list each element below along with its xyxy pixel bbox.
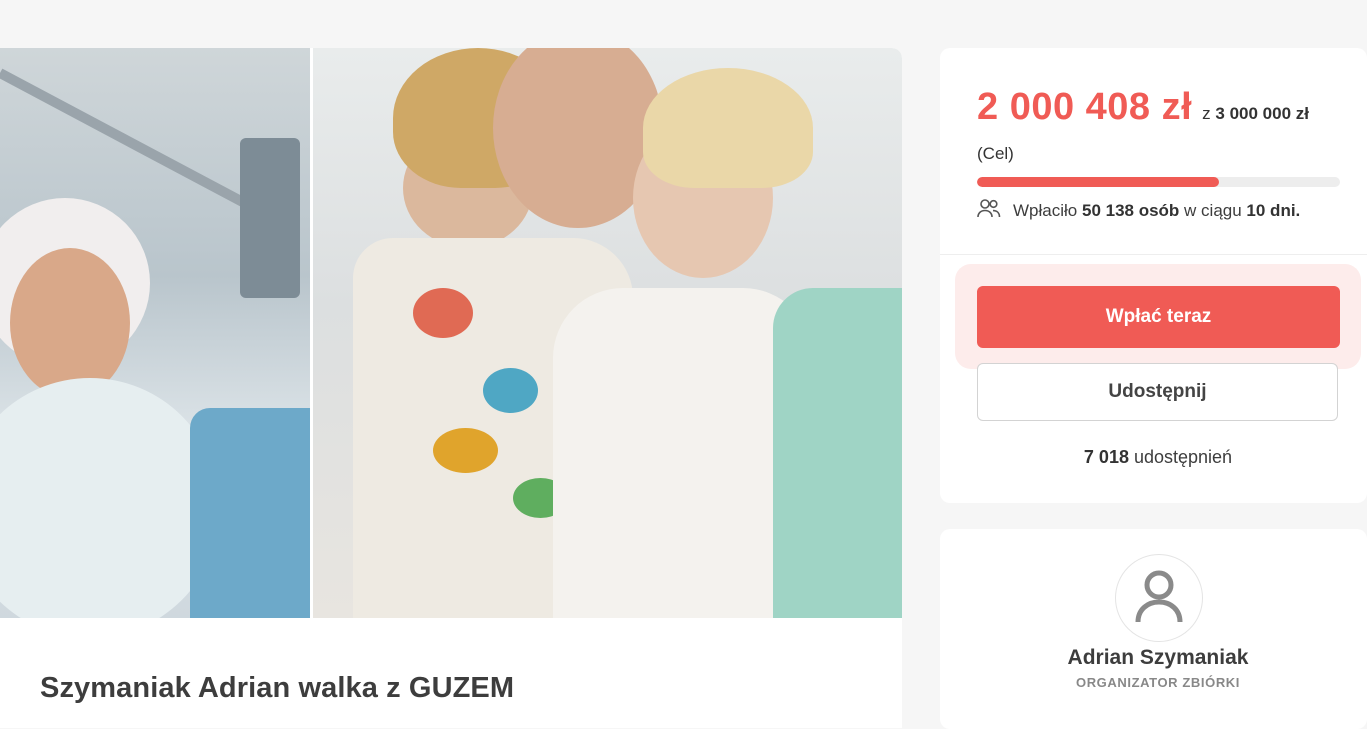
donors-prefix: Wpłaciło <box>1013 200 1078 220</box>
donors-days: 10 dni. <box>1246 200 1301 220</box>
share-button[interactable]: Udostępnij <box>977 363 1338 421</box>
campaign-card: Szymaniak Adrian walka z GUZEM <box>0 48 902 728</box>
goal-prefix: z <box>1202 104 1211 123</box>
amount-row: 2 000 408 zł z 3 000 000 zł <box>977 86 1309 129</box>
raised-amount: 2 000 408 zł <box>977 86 1193 128</box>
goal-note: (Cel) <box>977 144 1014 163</box>
organizer-card: Adrian Szymaniak ORGANIZATOR ZBIÓRKI <box>940 529 1367 729</box>
progress-fill <box>977 177 1220 187</box>
donate-now-button[interactable]: Wpłać teraz <box>977 286 1340 348</box>
shares-suffix: udostępnień <box>1133 447 1233 467</box>
donors-count: 50 138 osób <box>1081 200 1180 220</box>
organizer-avatar[interactable] <box>1115 554 1203 642</box>
donors-text: Wpłaciło 50 138 osób w ciągu 10 dni. <box>1013 201 1300 221</box>
goal-amount: z 3 000 000 zł <box>1202 104 1309 124</box>
divider <box>940 254 1367 255</box>
shares-number: 7 018 <box>1083 447 1129 467</box>
photo-hospital <box>0 48 310 618</box>
photo-family <box>313 48 902 618</box>
organizer-name[interactable]: Adrian Szymaniak <box>940 646 1367 670</box>
donors-mid: w ciągu <box>1184 200 1242 220</box>
donors-summary: Wpłaciło 50 138 osób w ciągu 10 dni. <box>977 198 1300 223</box>
user-icon <box>1134 568 1184 629</box>
organizer-role: ORGANIZATOR ZBIÓRKI <box>1075 675 1241 690</box>
people-icon <box>977 198 1001 223</box>
goal-value: 3 000 000 zł <box>1215 104 1309 123</box>
campaign-photo[interactable] <box>0 48 902 618</box>
progress-bar <box>977 177 1340 187</box>
shares-count: 7 018 udostępnień <box>940 447 1367 468</box>
donation-card: 2 000 408 zł z 3 000 000 zł (Cel) Wpłaci… <box>940 48 1367 503</box>
campaign-title: Szymaniak Adrian walka z GUZEM <box>40 672 515 704</box>
